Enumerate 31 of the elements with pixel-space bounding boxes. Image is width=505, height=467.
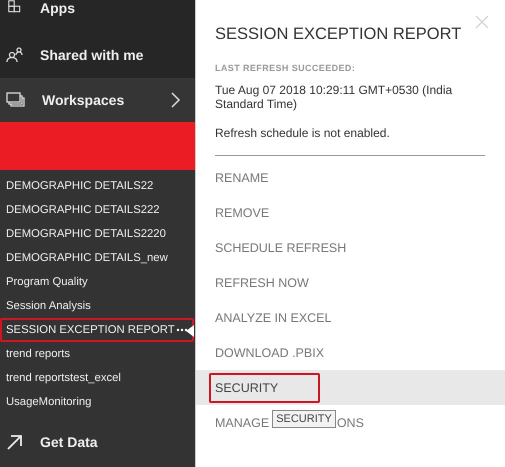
report-item[interactable]: DEMOGRAPHIC DETAILS_new	[0, 246, 194, 270]
arrow-icon	[6, 434, 22, 450]
menu-item[interactable]: ANALYZE IN EXCEL	[196, 300, 505, 335]
menu-item[interactable]: REFRESH NOW	[196, 265, 505, 300]
menu-item[interactable]: MANAGE SECURITY ONS	[196, 405, 505, 440]
report-item[interactable]: Session Analysis	[0, 294, 194, 318]
schedule-note: Refresh schedule is not enabled.	[215, 126, 391, 140]
tooltip: SECURITY	[272, 410, 336, 428]
nav-item[interactable]: Apps	[0, 0, 195, 32]
report-item[interactable]: trend reportstest_excel	[0, 366, 194, 390]
get-data-item[interactable]: Get Data	[0, 427, 195, 457]
menu-item[interactable]: SECURITY	[196, 370, 505, 405]
report-item[interactable]: trend reports	[0, 342, 194, 366]
report-item[interactable]: UsageMonitoring	[0, 390, 194, 414]
refresh-time: Tue Aug 07 2018 10:29:11 GMT+0530 (India Standard Time)	[215, 83, 454, 111]
report-item[interactable]: DEMOGRAPHIC DETAILS2220	[0, 222, 194, 246]
report-item[interactable]: SESSION EXCEPTION REPORT	[0, 318, 194, 342]
chevron-icon	[171, 92, 181, 108]
menu-item[interactable]: SCHEDULE REFRESH	[196, 230, 505, 265]
menu-item[interactable]: RENAME	[196, 160, 505, 195]
menu-item[interactable]: REMOVE	[196, 195, 505, 230]
panel-title: SESSION EXCEPTION REPORT	[215, 25, 462, 44]
nav-item[interactable]: Shared with me	[0, 32, 195, 78]
report-item[interactable]: DEMOGRAPHIC DETAILS22	[0, 174, 194, 198]
more-icon[interactable]	[176, 328, 188, 332]
menu-item[interactable]: DOWNLOAD .PBIX	[196, 335, 505, 370]
windows-icon	[6, 92, 26, 108]
report-item[interactable]: Program Quality	[0, 270, 194, 294]
refresh-label: LAST REFRESH SUCCEEDED:	[215, 63, 356, 73]
people-icon	[6, 47, 24, 63]
report-item[interactable]: DEMOGRAPHIC DETAILS222	[0, 198, 194, 222]
